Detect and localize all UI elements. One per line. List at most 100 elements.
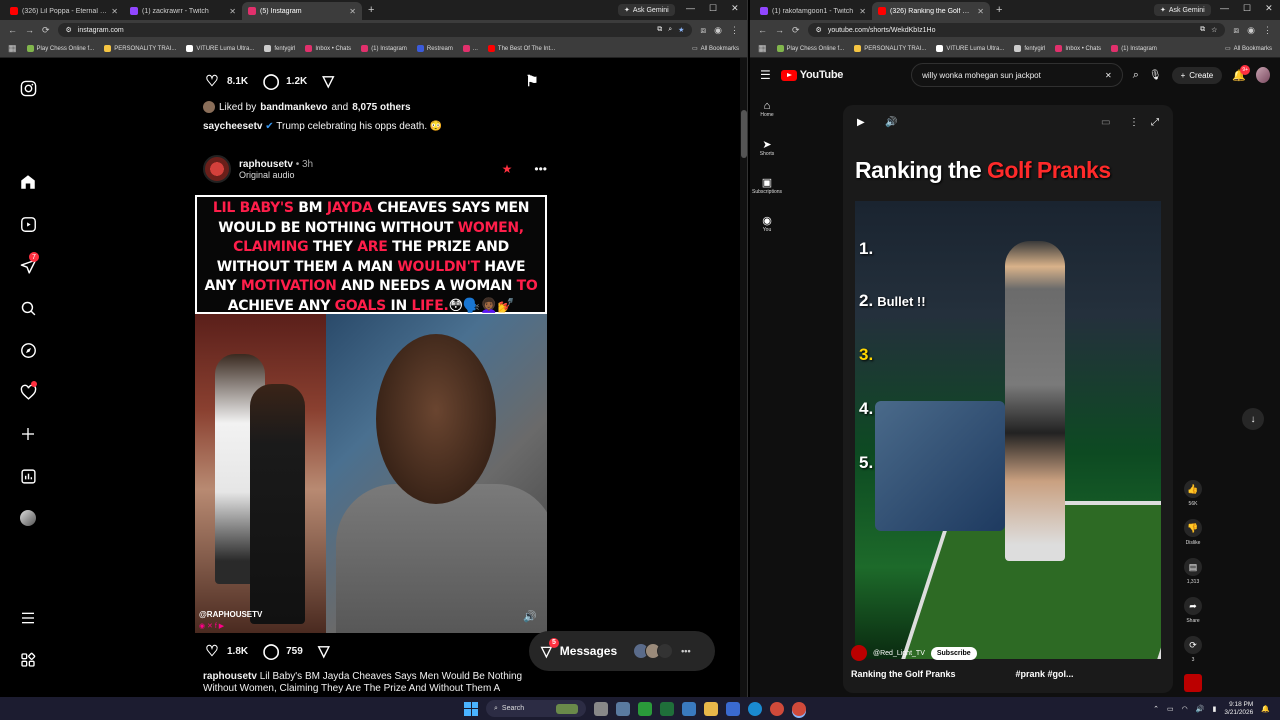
minimize-icon[interactable]: —	[1220, 3, 1229, 14]
comments-action[interactable]: ▤ 1,313	[1178, 558, 1208, 585]
apps-icon[interactable]: ▦	[758, 43, 767, 54]
bookmark-item[interactable]: (1) Instagram	[361, 45, 407, 52]
share-action[interactable]: ➦ Share	[1178, 597, 1208, 624]
more-options-icon[interactable]: •••	[534, 162, 547, 176]
steam-app-icon[interactable]	[682, 701, 696, 716]
bookmark-item[interactable]: VITURE Luma Ultra...	[186, 45, 254, 52]
volume-icon[interactable]: 🔊	[885, 117, 897, 128]
voice-search-icon[interactable]: 🎙	[1149, 70, 1162, 81]
create-icon[interactable]	[17, 423, 39, 445]
bookmark-item[interactable]: PERSONALITY TRAI...	[104, 45, 176, 52]
reload-icon[interactable]: ⟳	[792, 25, 800, 36]
comment-icon[interactable]: ◯	[262, 72, 280, 90]
guide-item-home[interactable]: ⌂ Home	[750, 100, 784, 130]
liked-by-others[interactable]: 8,075 others	[352, 102, 410, 113]
bookmark-star-icon[interactable]: ★	[678, 26, 684, 34]
media-player-icon[interactable]	[638, 701, 652, 716]
profile-icon[interactable]: ◉	[1247, 25, 1255, 36]
bookmark-star-icon[interactable]: ☆	[1211, 26, 1217, 34]
back-icon[interactable]: ←	[758, 25, 767, 35]
bookmark-item[interactable]: Play Chess Online f...	[26, 45, 94, 52]
zoom-icon[interactable]: ⌕	[668, 26, 672, 34]
page-scrollbar[interactable]	[740, 58, 747, 697]
extensions-icon[interactable]: ⧈	[700, 25, 706, 36]
heart-icon[interactable]	[17, 381, 39, 403]
search-icon[interactable]	[17, 297, 39, 319]
volume-tray-icon[interactable]: 🔊	[1196, 705, 1205, 713]
guide-item-shorts[interactable]: ➤ Shorts	[750, 138, 784, 168]
tray-overflow-icon[interactable]: ⌃	[1153, 705, 1159, 713]
folder-tray-icon[interactable]: ▭	[1167, 705, 1174, 713]
close-tab-icon[interactable]: ✕	[859, 7, 866, 16]
post-avatar[interactable]	[203, 155, 231, 183]
more-menu-icon[interactable]	[17, 607, 39, 629]
taskbar-search[interactable]: ⌕ Search	[486, 700, 586, 717]
youtube-logo[interactable]: YouTube	[780, 69, 843, 81]
apps-icon[interactable]: ▦	[8, 43, 17, 54]
guide-item-you[interactable]: ◉ You	[750, 214, 784, 244]
back-icon[interactable]: ←	[8, 25, 17, 35]
new-tab-icon[interactable]: +	[362, 4, 380, 16]
post-audio[interactable]: Original audio	[239, 170, 313, 180]
comment-icon[interactable]: ◯	[262, 642, 280, 660]
more-icon[interactable]: •••	[681, 646, 690, 656]
tab-zackrawrr-twitch[interactable]: (1) zackrawrr - Twitch ✕	[124, 2, 242, 20]
menu-icon[interactable]: ⋮	[1263, 25, 1272, 36]
site-info-icon[interactable]: ⚙	[66, 26, 72, 34]
chrome-active-icon[interactable]	[792, 701, 806, 716]
close-tab-icon[interactable]: ✕	[349, 7, 356, 16]
channel-avatar[interactable]	[851, 645, 867, 661]
chrome-icon[interactable]	[770, 701, 784, 716]
new-tab-icon[interactable]: +	[990, 4, 1008, 16]
dislike-action[interactable]: 👎 Dislike	[1178, 519, 1208, 546]
windows-start-icon[interactable]	[464, 701, 478, 716]
edge-browser-icon[interactable]	[748, 701, 762, 716]
also-from-meta-icon[interactable]	[17, 649, 39, 671]
share-icon[interactable]: ▽	[319, 72, 337, 90]
forward-icon[interactable]: →	[25, 25, 34, 35]
notifications-bell-icon[interactable]: 🔔 9+	[1232, 64, 1251, 82]
account-avatar[interactable]	[1255, 67, 1270, 83]
wifi-icon[interactable]: ◠	[1182, 705, 1188, 713]
remix-action[interactable]: ⟳ 3	[1178, 636, 1208, 663]
close-tab-icon[interactable]: ✕	[111, 7, 118, 16]
hamburger-menu-icon[interactable]: ☰	[760, 68, 771, 82]
store-app-icon[interactable]	[726, 701, 740, 716]
like-heart-icon[interactable]: ♡	[203, 642, 221, 660]
bookmark-item[interactable]: Inbox • Chats	[305, 45, 351, 52]
share-icon[interactable]: ▽	[315, 642, 333, 660]
search-icon[interactable]: ⌕	[1133, 69, 1139, 82]
volume-icon[interactable]: 🔊	[523, 610, 537, 623]
task-view-icon[interactable]	[594, 701, 608, 716]
bookmark-item[interactable]: Play Chess Online f...	[776, 45, 844, 52]
all-bookmarks-button[interactable]: ▭ All Bookmarks	[692, 45, 739, 53]
ask-gemini-button[interactable]: ✦ Ask Gemini	[1154, 4, 1211, 16]
play-icon[interactable]: ▶	[857, 117, 865, 128]
captions-icon[interactable]: ▭	[1101, 117, 1110, 128]
next-short-icon[interactable]: ↓	[1242, 408, 1264, 430]
xbox-app-icon[interactable]	[660, 701, 674, 716]
notification-center-icon[interactable]: 🔔	[1261, 705, 1270, 713]
bookmark-item[interactable]: (1) Instagram	[1111, 45, 1157, 52]
post-media[interactable]: LIL BABY'S BM JAYDA CHEAVES SAYS MEN WOU…	[195, 195, 547, 633]
extensions-icon[interactable]: ⧈	[1233, 25, 1239, 36]
clear-search-icon[interactable]: ✕	[1105, 71, 1112, 80]
guide-item-subscriptions[interactable]: ▣ Subscriptions	[750, 176, 784, 206]
dashboard-icon[interactable]	[17, 465, 39, 487]
bookmark-item[interactable]: ...	[462, 45, 478, 52]
post-username[interactable]: raphousetv	[239, 159, 293, 170]
maximize-icon[interactable]: ☐	[709, 3, 717, 14]
close-window-icon[interactable]: ✕	[1265, 3, 1273, 14]
clock[interactable]: 9:18 PM 3/21/2026	[1224, 701, 1253, 717]
file-explorer-icon[interactable]	[704, 701, 718, 716]
install-icon[interactable]: ⧉	[657, 26, 662, 34]
video-title[interactable]: Ranking the Golf Pranks	[851, 669, 956, 679]
tab-golf-pranks[interactable]: (326) Ranking the Golf Pranks ✕	[872, 2, 990, 20]
caption-username[interactable]: saycheesetv	[203, 121, 263, 132]
caption-username[interactable]: raphousetv	[203, 671, 257, 682]
tab-lil-poppa[interactable]: (326) Lil Poppa - Eternal Living ✕	[4, 2, 124, 20]
channel-name[interactable]: @Red_Light_TV	[873, 650, 925, 657]
fullscreen-icon[interactable]: ⤢	[1151, 117, 1159, 128]
close-tab-icon[interactable]: ✕	[977, 7, 984, 16]
bookmark-item[interactable]: Inbox • Chats	[1055, 45, 1101, 52]
